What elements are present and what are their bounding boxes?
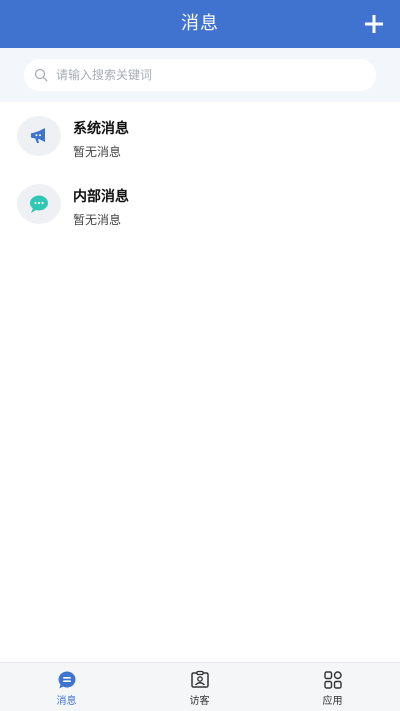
avatar (17, 116, 61, 156)
nav-item-apps[interactable]: 应用 (266, 663, 399, 711)
search-input[interactable] (56, 59, 356, 91)
nav-item-messages[interactable]: 消息 (0, 663, 133, 711)
plus-icon (365, 15, 383, 33)
message-title: 内部消息 (73, 189, 129, 205)
nav-label: 消息 (56, 696, 77, 707)
message-subtitle: 暂无消息 (73, 145, 122, 159)
nav-label: 访客 (189, 696, 210, 707)
page-title: 消息 (181, 13, 219, 34)
avatar (17, 184, 61, 224)
nav-label: 应用 (322, 696, 343, 707)
search-box[interactable] (24, 59, 376, 91)
top-app-bar: 消息 (0, 0, 400, 48)
visitor-badge-icon (190, 670, 209, 688)
megaphone-icon (31, 128, 45, 143)
message-list: 系统消息 暂无消息 内部消息 暂无消息 (0, 102, 400, 238)
message-item-internal[interactable]: 内部消息 暂无消息 (0, 170, 400, 238)
message-subtitle: 暂无消息 (73, 213, 122, 227)
message-title: 系统消息 (73, 121, 129, 137)
nav-item-visitors[interactable]: 访客 (133, 663, 266, 711)
bottom-nav: 消息 访客 应用 (0, 662, 400, 711)
message-icon (58, 671, 75, 689)
add-button[interactable] (358, 8, 390, 40)
message-item-system[interactable]: 系统消息 暂无消息 (0, 102, 400, 170)
search-icon (34, 68, 48, 82)
apps-grid-icon (323, 671, 342, 689)
search-bar-area (0, 48, 400, 102)
chat-bubble-icon (30, 195, 48, 213)
